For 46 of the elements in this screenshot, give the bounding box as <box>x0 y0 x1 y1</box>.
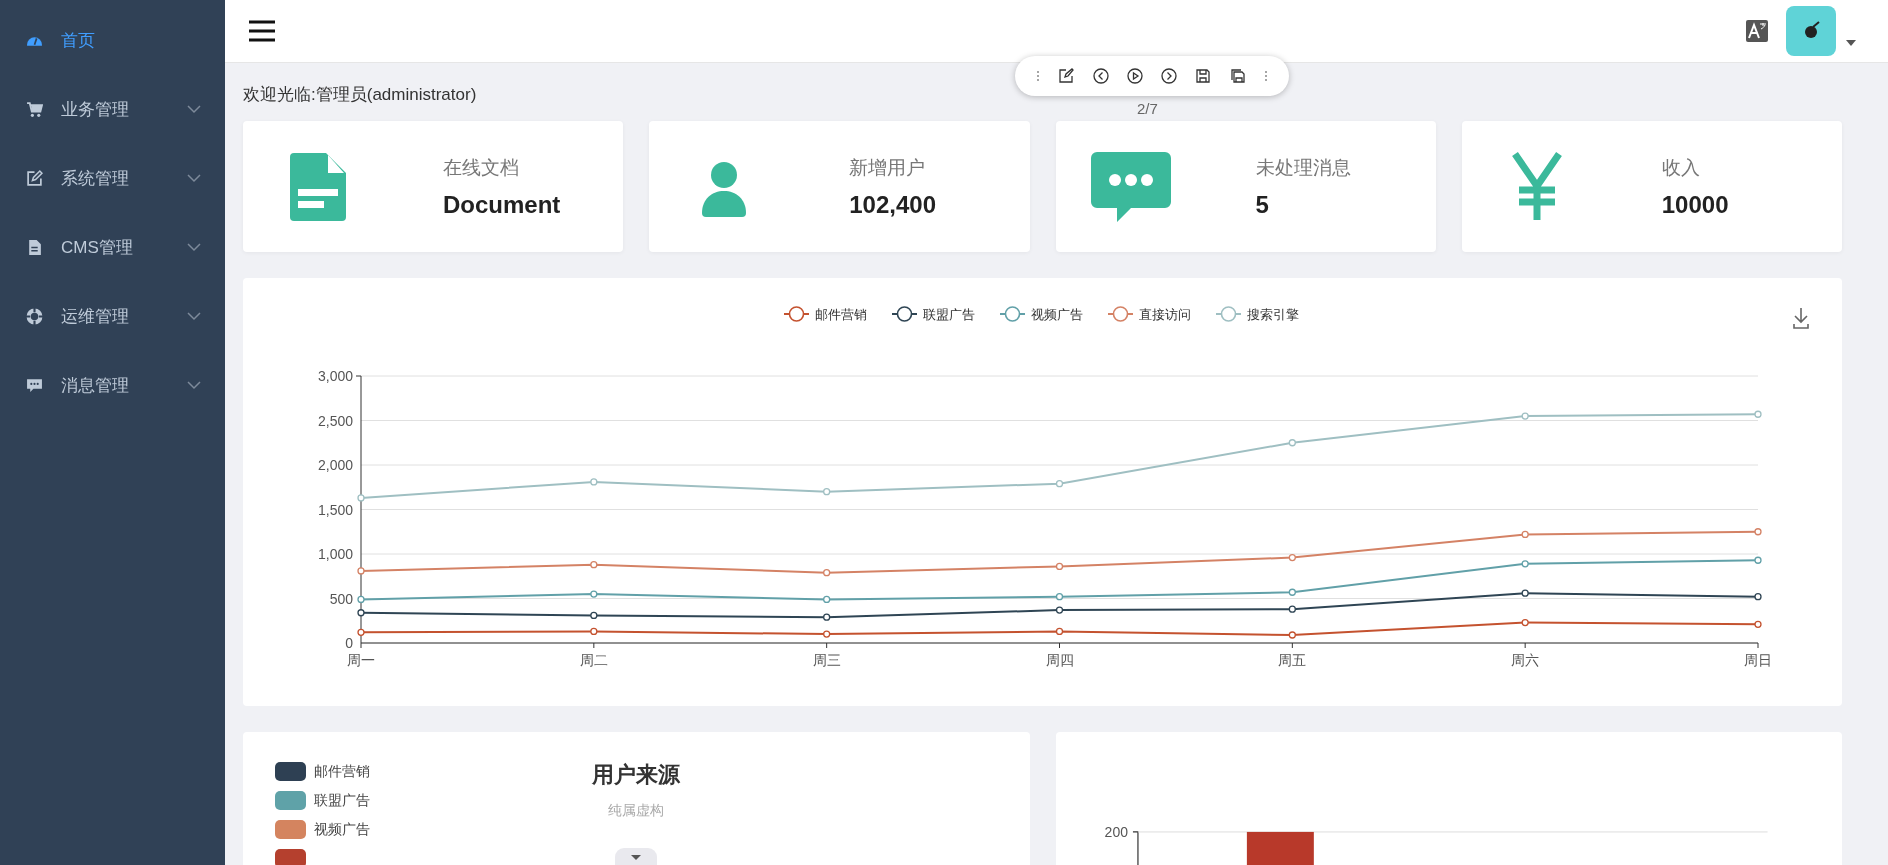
legend-label: 视频广告 <box>1031 307 1083 322</box>
axis-label: 1,000 <box>317 546 353 562</box>
stat-label: 新增用户 <box>849 155 927 180</box>
stat-value: 5 <box>1255 190 1270 219</box>
sidebar-item[interactable]: 首页 <box>0 6 225 75</box>
stat-value: Document <box>443 190 561 219</box>
legend-label: 直接访问 <box>1139 307 1191 322</box>
stat-label: 在线文档 <box>443 155 520 180</box>
sidebar-item[interactable]: 系统管理 <box>0 144 225 213</box>
axis-label: 周四 <box>1045 652 1074 668</box>
welcome-text: 欢迎光临:管理员(administrator) <box>243 83 477 106</box>
axis-label: 周一 <box>347 652 375 668</box>
stat-label: 未处理消息 <box>1255 155 1351 180</box>
legend-label: 邮件营销 <box>815 307 867 322</box>
stat-value: 10000 <box>1661 190 1729 219</box>
axis-label: 周五 <box>1278 652 1307 668</box>
stat-value: 102,400 <box>849 190 936 219</box>
axis-label: 2,500 <box>317 412 353 429</box>
axis-label: 1,500 <box>317 501 353 518</box>
axis-label: 200 <box>1104 823 1128 840</box>
legend-item[interactable]: 邮件营销 <box>783 306 867 322</box>
legend-label[interactable]: 邮件营销 <box>314 762 370 781</box>
sidebar-item[interactable]: 消息管理 <box>0 351 225 420</box>
chart-subtitle: 纯属虚构 <box>608 802 665 820</box>
chart-title: 用户来源 <box>592 761 681 789</box>
axis-label: 500 <box>329 590 353 607</box>
axis-label: 周日 <box>1744 652 1772 668</box>
sidebar-item[interactable]: CMS管理 <box>0 213 225 282</box>
legend-item[interactable]: 直接访问 <box>1107 306 1191 322</box>
legend-label[interactable]: 视频广告 <box>314 820 370 839</box>
sidebar-item[interactable]: 运维管理 <box>0 282 225 351</box>
axis-label: 3,000 <box>317 368 353 384</box>
legend-label: 联盟广告 <box>923 307 975 322</box>
axis-label: 周六 <box>1511 652 1540 668</box>
axis-label: 周三 <box>812 652 841 668</box>
legend-item[interactable]: 搜索引擎 <box>1215 306 1299 322</box>
axis-label: 周二 <box>579 652 608 668</box>
page-indicator: 2/7 <box>1137 100 1158 117</box>
stat-label: 收入 <box>1661 155 1701 180</box>
legend-label[interactable]: 联盟广告 <box>314 791 370 810</box>
legend-label: 搜索引擎 <box>1247 307 1299 322</box>
axis-label: 2,000 <box>317 457 353 473</box>
axis-label: 0 <box>345 635 353 651</box>
legend-item[interactable]: 联盟广告 <box>891 306 975 322</box>
sidebar-item[interactable]: 业务管理 <box>0 75 225 144</box>
legend-item[interactable]: 视频广告 <box>999 306 1083 322</box>
